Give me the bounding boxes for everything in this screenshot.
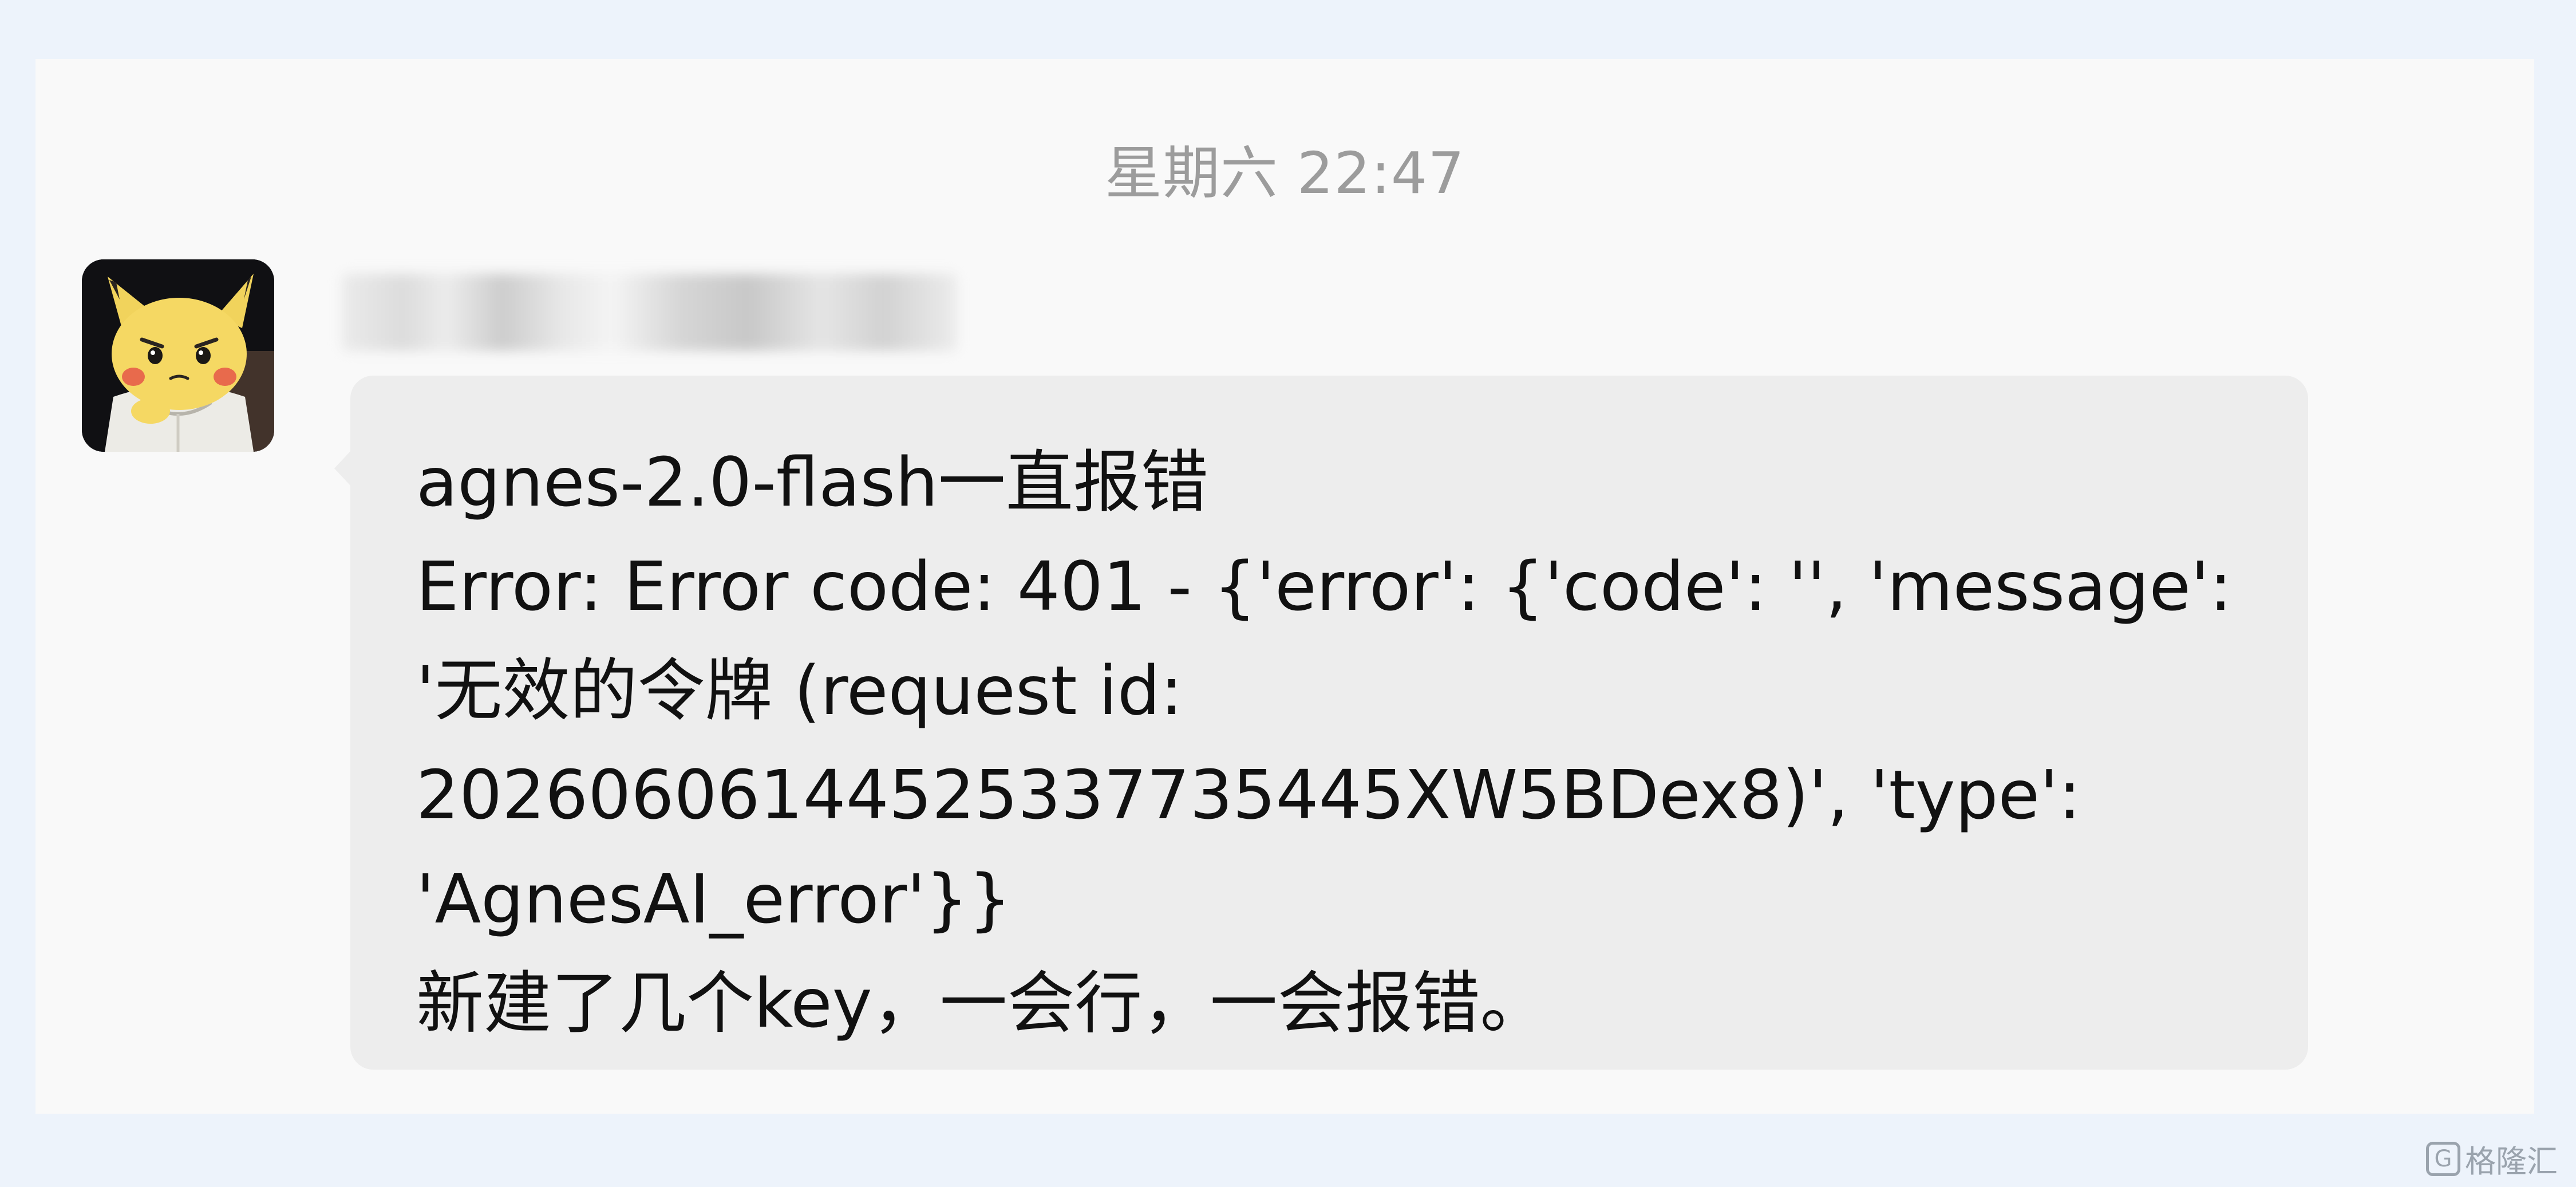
message-bubble[interactable]: agnes-2.0-flash一直报错 Error: Error code: 4… [334,376,2308,1070]
message-line: '无效的令牌 (request id: [416,651,1183,730]
sender-name-blurred [342,274,957,351]
watermark-text: 格隆汇 [2465,1143,2558,1180]
pikachu-avatar-icon [82,259,274,452]
message-line: agnes-2.0-flash一直报错 [416,443,1208,522]
message-timestamp: 星期六 22:47 [1105,140,1465,207]
sender-avatar[interactable] [82,259,274,452]
gelonghui-logo-icon: G [2426,1141,2460,1176]
message-line: Error: Error code: 401 - {'error': {'cod… [416,547,2233,626]
watermark: G 格隆汇 [2426,1136,2558,1181]
message-text: agnes-2.0-flash一直报错 Error: Error code: 4… [416,430,2251,1055]
chat-panel: 星期六 22:47 agnes-2.0-flash一直报错 Error: Err… [35,59,2534,1114]
message-line: 20260606144525337735445XW5BDex8)', 'type… [416,755,2081,834]
message-line: 新建了几个key，一会行，一会报错。 [416,964,1548,1043]
message-line: 'AgnesAI_error'}} [416,859,1012,938]
bubble-tail [334,450,351,487]
